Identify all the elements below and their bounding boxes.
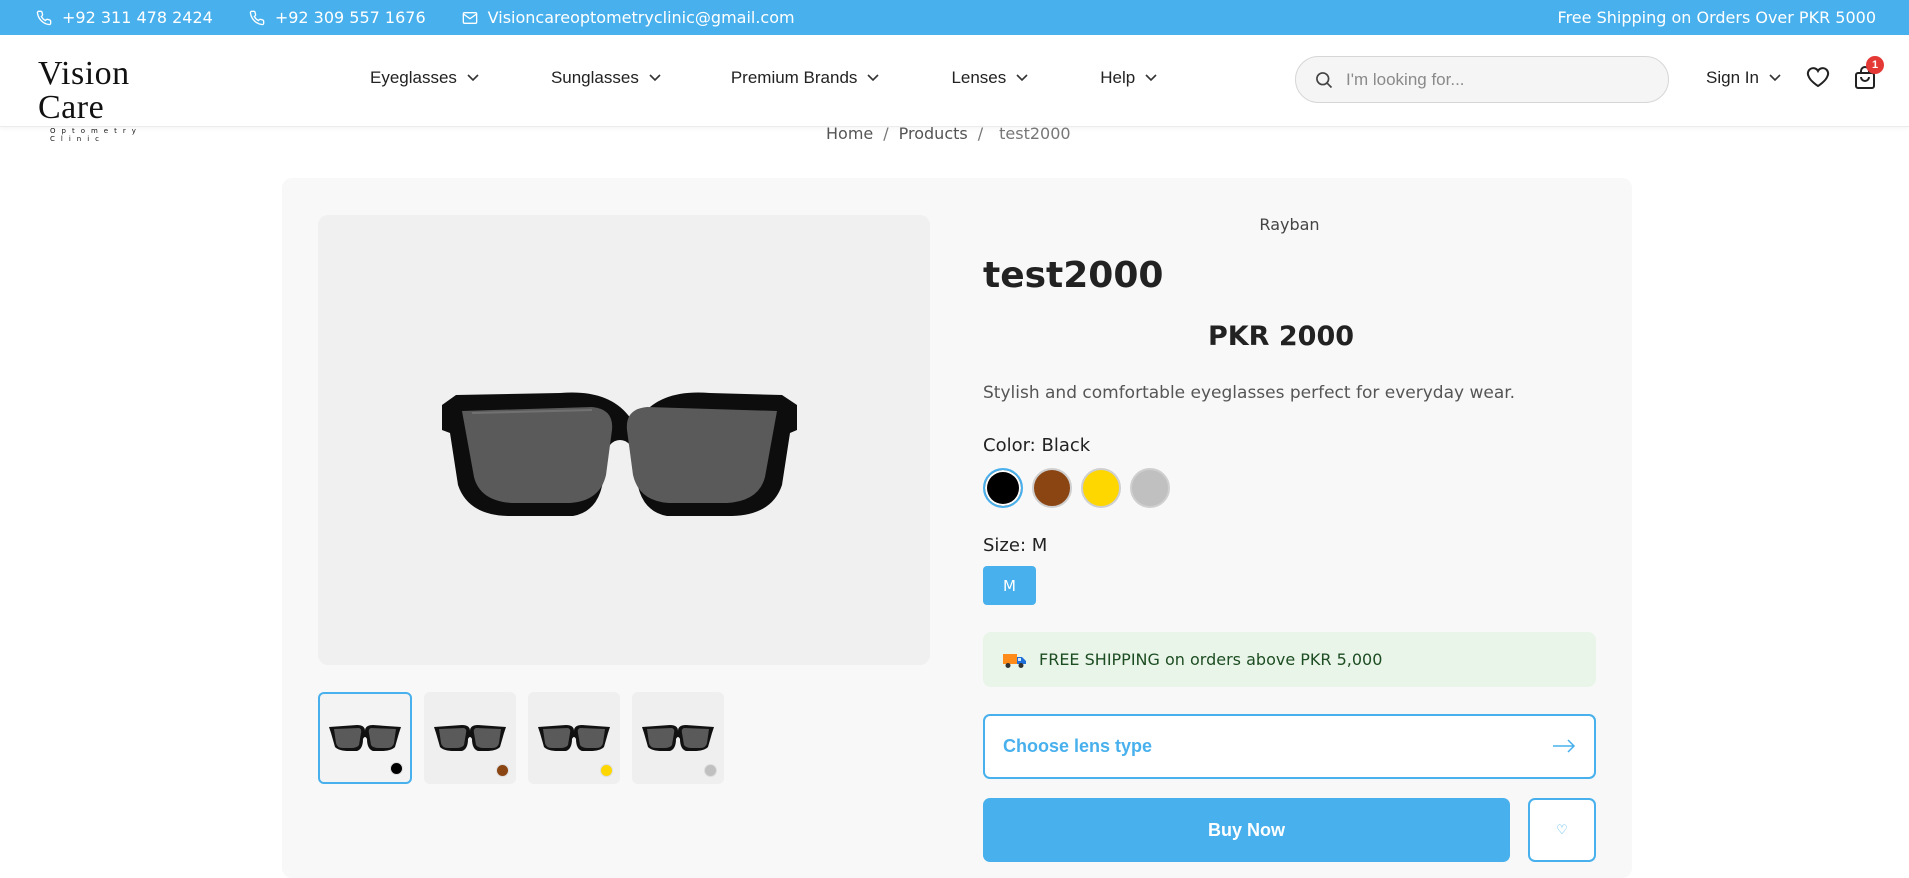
color-dot-black [390, 762, 403, 775]
product-title: test2000 [983, 255, 1164, 296]
product-description: Stylish and comfortable eyeglasses perfe… [983, 383, 1516, 403]
product-brand: Rayban [1259, 215, 1320, 234]
email-contact[interactable]: Visioncareoptometryclinic@gmail.com [462, 8, 795, 27]
nav-item-eyeglasses[interactable]: Eyeglasses [370, 68, 479, 88]
sunglasses-thumbnail [642, 725, 714, 751]
free-shipping-text: FREE SHIPPING on orders above PKR 5,000 [1039, 650, 1383, 669]
breadcrumb-separator: / [977, 124, 984, 143]
nav-item-label: Sunglasses [550, 68, 639, 87]
chevron-down-icon [1145, 74, 1157, 82]
color-dot-silver [704, 764, 717, 777]
breadcrumb-separator: / [883, 124, 889, 143]
logo[interactable]: Vision Care Optometry Clinic [38, 57, 203, 144]
color-swatches [983, 468, 1179, 508]
truck-icon [1003, 653, 1026, 668]
nav-item-help[interactable]: Help [1100, 68, 1157, 88]
heart-icon [1806, 67, 1830, 88]
phone-contact-1[interactable]: +92 311 478 2424 [36, 8, 213, 27]
main-nav: Eyeglasses Sunglasses Premium Brands Len… [370, 68, 1229, 88]
product-price: PKR 2000 [1207, 321, 1355, 352]
chevron-down-icon [1769, 74, 1781, 82]
phone-number-1: +92 311 478 2424 [62, 8, 213, 27]
phone-contact-2[interactable]: +92 309 557 1676 [249, 8, 426, 27]
color-dot-brown [496, 764, 509, 777]
chevron-down-icon [649, 74, 661, 82]
search-input[interactable] [1346, 69, 1646, 90]
phone-number-2: +92 309 557 1676 [274, 8, 426, 27]
color-swatch-brown[interactable] [1032, 468, 1072, 508]
sign-in-menu[interactable]: Sign In [1706, 68, 1781, 88]
sunglasses-thumbnail [329, 725, 401, 751]
sunglasses-thumbnail [434, 725, 506, 751]
thumbnail-black[interactable] [318, 692, 412, 784]
sunglasses-image [442, 392, 797, 516]
breadcrumb: Home / Products / test2000 [826, 124, 1071, 143]
thumbnail-brown[interactable] [424, 692, 516, 784]
email-address: Visioncareoptometryclinic@gmail.com [487, 8, 795, 27]
mail-icon [462, 11, 477, 24]
color-label: Color: Black [983, 435, 1091, 456]
color-dot-yellow [600, 764, 613, 777]
logo-brand-text: Vision Care [38, 55, 130, 126]
color-swatch-yellow[interactable] [1081, 468, 1121, 508]
free-shipping-promo: Free Shipping on Orders Over PKR 5000 [1557, 8, 1876, 27]
phone-icon [36, 10, 52, 25]
chevron-down-icon [1016, 74, 1028, 82]
color-swatch-black[interactable] [983, 468, 1023, 508]
cart-count-badge: 1 [1866, 56, 1884, 74]
chevron-down-icon [467, 74, 479, 82]
free-shipping-banner: FREE SHIPPING on orders above PKR 5,000 [983, 632, 1596, 687]
top-bar: +92 311 478 2424 +92 309 557 1676 Vision… [0, 0, 1909, 35]
breadcrumb-products[interactable]: Products [899, 124, 968, 143]
chevron-down-icon [867, 74, 880, 82]
breadcrumb-current: test2000 [999, 124, 1071, 143]
search-bar [1295, 56, 1669, 103]
cart-button[interactable]: 1 [1854, 56, 1884, 95]
wishlist-button[interactable] [1806, 66, 1830, 93]
phone-icon [249, 10, 265, 25]
heart-icon: ♡ [1556, 822, 1568, 837]
size-option-m[interactable]: M [983, 566, 1036, 605]
add-to-wishlist-button[interactable]: ♡ [1528, 798, 1596, 862]
nav-item-premium-brands[interactable]: Premium Brands [731, 68, 880, 88]
thumbnail-silver[interactable] [632, 692, 724, 784]
search-icon [1316, 71, 1333, 88]
nav-item-label: Help [1100, 68, 1136, 87]
main-header: Vision Care Optometry Clinic Eyeglasses … [0, 35, 1909, 144]
sign-in-label: Sign In [1706, 68, 1759, 87]
choose-lens-type-label: Choose lens type [1003, 736, 1153, 756]
nav-item-lenses[interactable]: Lenses [951, 68, 1028, 88]
thumbnail-strip [318, 692, 736, 784]
nav-item-label: Premium Brands [730, 68, 858, 87]
product-main-image[interactable] [318, 215, 930, 665]
nav-item-sunglasses[interactable]: Sunglasses [551, 68, 661, 88]
sunglasses-thumbnail [538, 725, 610, 751]
breadcrumb-home[interactable]: Home [826, 124, 873, 143]
buy-now-button[interactable]: Buy Now [983, 798, 1510, 862]
logo-subtitle: Optometry Clinic [50, 127, 142, 143]
size-label: Size: M [983, 535, 1048, 556]
color-swatch-silver[interactable] [1130, 468, 1170, 508]
thumbnail-yellow[interactable] [528, 692, 620, 784]
choose-lens-type-button[interactable]: Choose lens type [983, 714, 1596, 779]
nav-item-label: Eyeglasses [370, 68, 457, 87]
arrow-right-icon [1553, 739, 1576, 753]
nav-item-label: Lenses [951, 68, 1007, 87]
